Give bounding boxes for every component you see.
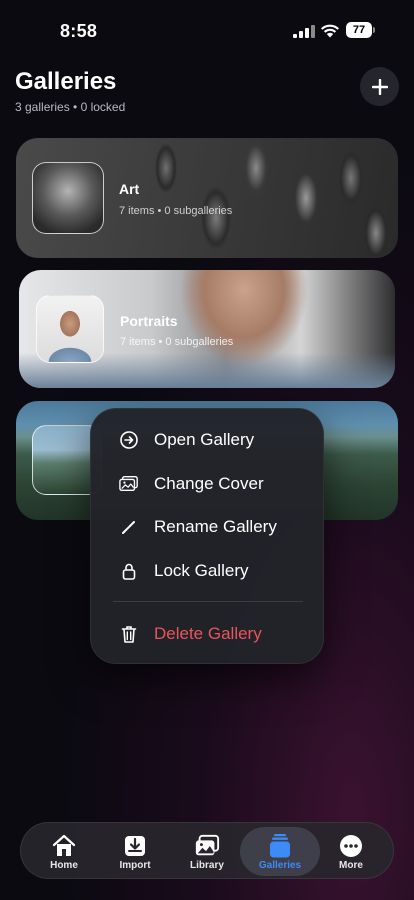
cellular-signal-icon bbox=[293, 25, 315, 38]
gallery-name: Art bbox=[119, 181, 140, 197]
menu-item-lock-gallery[interactable]: Lock Gallery bbox=[91, 551, 325, 591]
menu-divider bbox=[113, 601, 303, 602]
menu-item-label: Open Gallery bbox=[154, 430, 255, 449]
tab-home[interactable]: Home bbox=[28, 823, 100, 880]
gallery-cover-thumbnail bbox=[36, 295, 104, 363]
menu-item-label: Delete Gallery bbox=[154, 624, 262, 643]
photo-stack-icon bbox=[119, 476, 138, 492]
gallery-cover-thumbnail bbox=[32, 162, 104, 234]
battery-level: 77 bbox=[346, 22, 372, 38]
status-bar: 8:58 77 bbox=[0, 0, 414, 60]
ellipsis-circle-icon bbox=[340, 835, 362, 857]
page-subtitle: 3 galleries • 0 locked bbox=[15, 100, 126, 114]
trash-icon bbox=[121, 626, 137, 643]
gallery-context-menu: Open Gallery Change Cover Rename Gallery… bbox=[90, 408, 324, 664]
house-icon bbox=[52, 834, 76, 856]
lock-icon bbox=[122, 563, 136, 580]
menu-item-rename-gallery[interactable]: Rename Gallery bbox=[91, 507, 325, 547]
tab-bar: Home Import Library Galleries More bbox=[20, 822, 394, 879]
tab-label: Import bbox=[119, 860, 151, 871]
photos-icon bbox=[195, 834, 220, 856]
gallery-meta: 7 items • 0 subgalleries bbox=[120, 336, 234, 348]
menu-item-open-gallery[interactable]: Open Gallery bbox=[91, 420, 325, 460]
menu-item-label: Change Cover bbox=[154, 474, 264, 493]
menu-item-label: Rename Gallery bbox=[154, 517, 277, 536]
gallery-card-art[interactable]: Art 7 items • 0 subgalleries bbox=[16, 138, 398, 258]
wifi-icon bbox=[321, 24, 339, 38]
menu-item-change-cover[interactable]: Change Cover bbox=[91, 464, 325, 504]
menu-item-delete-gallery[interactable]: Delete Gallery bbox=[91, 614, 325, 654]
tab-label: More bbox=[339, 860, 363, 871]
tab-more[interactable]: More bbox=[315, 823, 387, 880]
gallery-meta: 7 items • 0 subgalleries bbox=[119, 205, 233, 217]
pencil-icon bbox=[122, 521, 135, 534]
status-time: 8:58 bbox=[60, 21, 98, 41]
tray-download-icon bbox=[125, 836, 145, 856]
menu-item-label: Lock Gallery bbox=[154, 561, 249, 580]
plus-icon bbox=[371, 78, 388, 95]
tab-label: Galleries bbox=[258, 860, 302, 871]
page-title: Galleries bbox=[15, 68, 117, 95]
tab-galleries[interactable]: Galleries bbox=[244, 823, 316, 880]
galleries-stack-icon bbox=[270, 834, 290, 858]
tab-import[interactable]: Import bbox=[99, 823, 171, 880]
gallery-name: Portraits bbox=[120, 313, 178, 329]
tab-label: Library bbox=[190, 860, 224, 871]
arrow-circle-right-icon bbox=[120, 431, 138, 449]
gallery-card-portraits[interactable]: Portraits 7 items • 0 subgalleries bbox=[19, 270, 395, 388]
add-gallery-button[interactable] bbox=[360, 67, 399, 106]
battery-icon: 77 bbox=[346, 22, 375, 38]
tab-label: Home bbox=[50, 860, 78, 871]
tab-library[interactable]: Library bbox=[171, 823, 243, 880]
